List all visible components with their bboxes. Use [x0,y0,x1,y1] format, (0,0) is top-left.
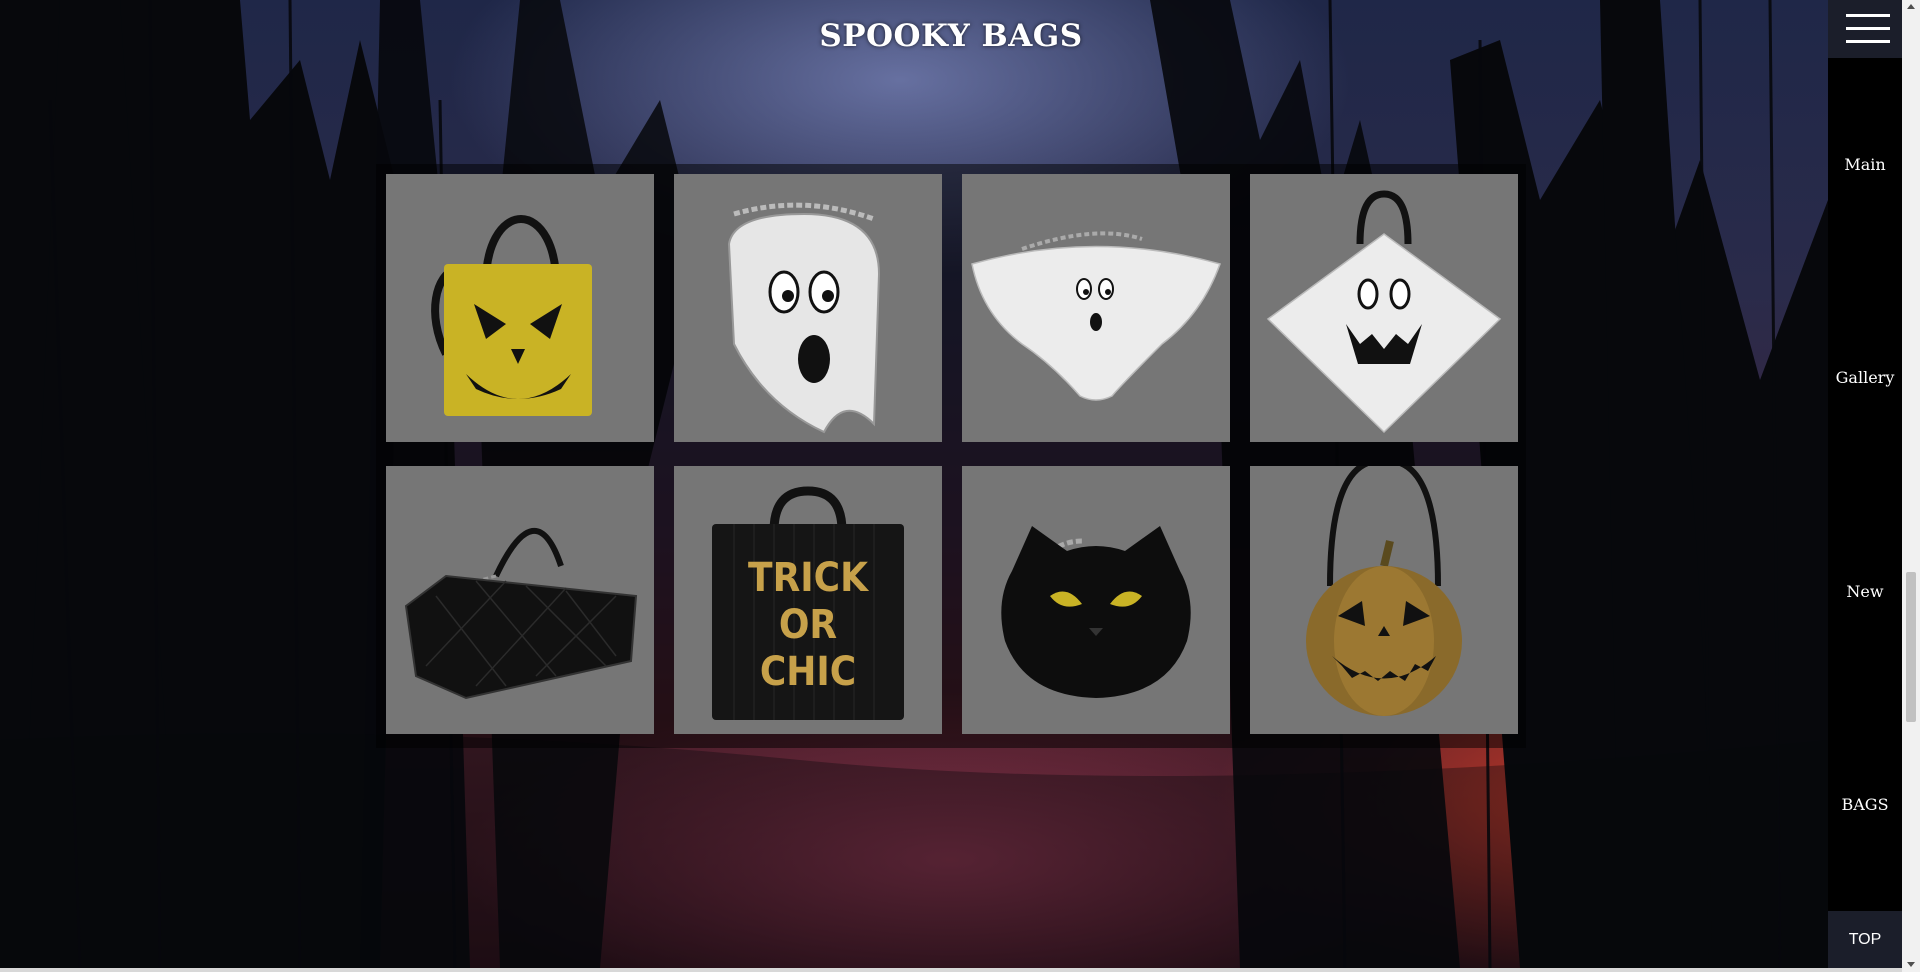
scroll-down-arrow-icon[interactable] [1907,962,1915,967]
coffin-bag-icon [404,528,638,700]
yellow-pumpkin-face-bag-icon [431,215,592,416]
side-navigation: Main Gallery New BAGS TOP [1828,0,1902,972]
gallery-item-trick-or-chic-tote[interactable]: TRICK OR CHIC [674,466,942,734]
gallery-item-black-cat-bag[interactable] [962,466,1230,734]
gallery-item-cartoon-ghost-bag[interactable] [674,174,942,442]
nav-item-new[interactable]: New [1828,582,1902,601]
bag-gallery: TRICK OR CHIC [376,164,1526,748]
hamburger-menu-button[interactable] [1828,0,1902,58]
nav-item-gallery[interactable]: Gallery [1828,368,1902,387]
scrollbar-thumb[interactable] [1906,572,1916,722]
gallery-item-ghost-clutch-small-face[interactable] [962,174,1230,442]
gallery-item-gold-pumpkin-bag[interactable] [1250,466,1518,734]
nav-item-bags[interactable]: BAGS [1828,795,1902,814]
scroll-up-arrow-icon[interactable] [1907,4,1915,9]
ghost-pumpkin-face-bag-icon [1266,190,1502,434]
gallery-item-yellow-jack-o-lantern-tote[interactable] [386,174,654,442]
or-print-text: OR [779,602,837,648]
gold-pumpkin-bag-icon [1306,466,1462,716]
ghost-clutch-icon [971,231,1221,401]
page-title: SPOOKY BAGS [819,18,1083,54]
gallery-item-ghost-bag-jack-face[interactable] [1250,174,1518,442]
ghost-face-bag-icon [727,202,881,434]
nav-item-main[interactable]: Main [1828,155,1902,174]
gallery-item-quilted-coffin-bag[interactable] [386,466,654,734]
back-to-top-button[interactable]: TOP [1828,911,1902,968]
horizontal-scrollbar[interactable] [0,968,1902,972]
trick-or-chic-bag-icon: TRICK OR CHIC [712,486,904,720]
vertical-scrollbar[interactable] [1902,0,1920,972]
black-cat-bag-icon [1001,526,1191,698]
trick-print-text: TRICK [748,555,869,601]
chic-print-text: CHIC [760,649,856,695]
